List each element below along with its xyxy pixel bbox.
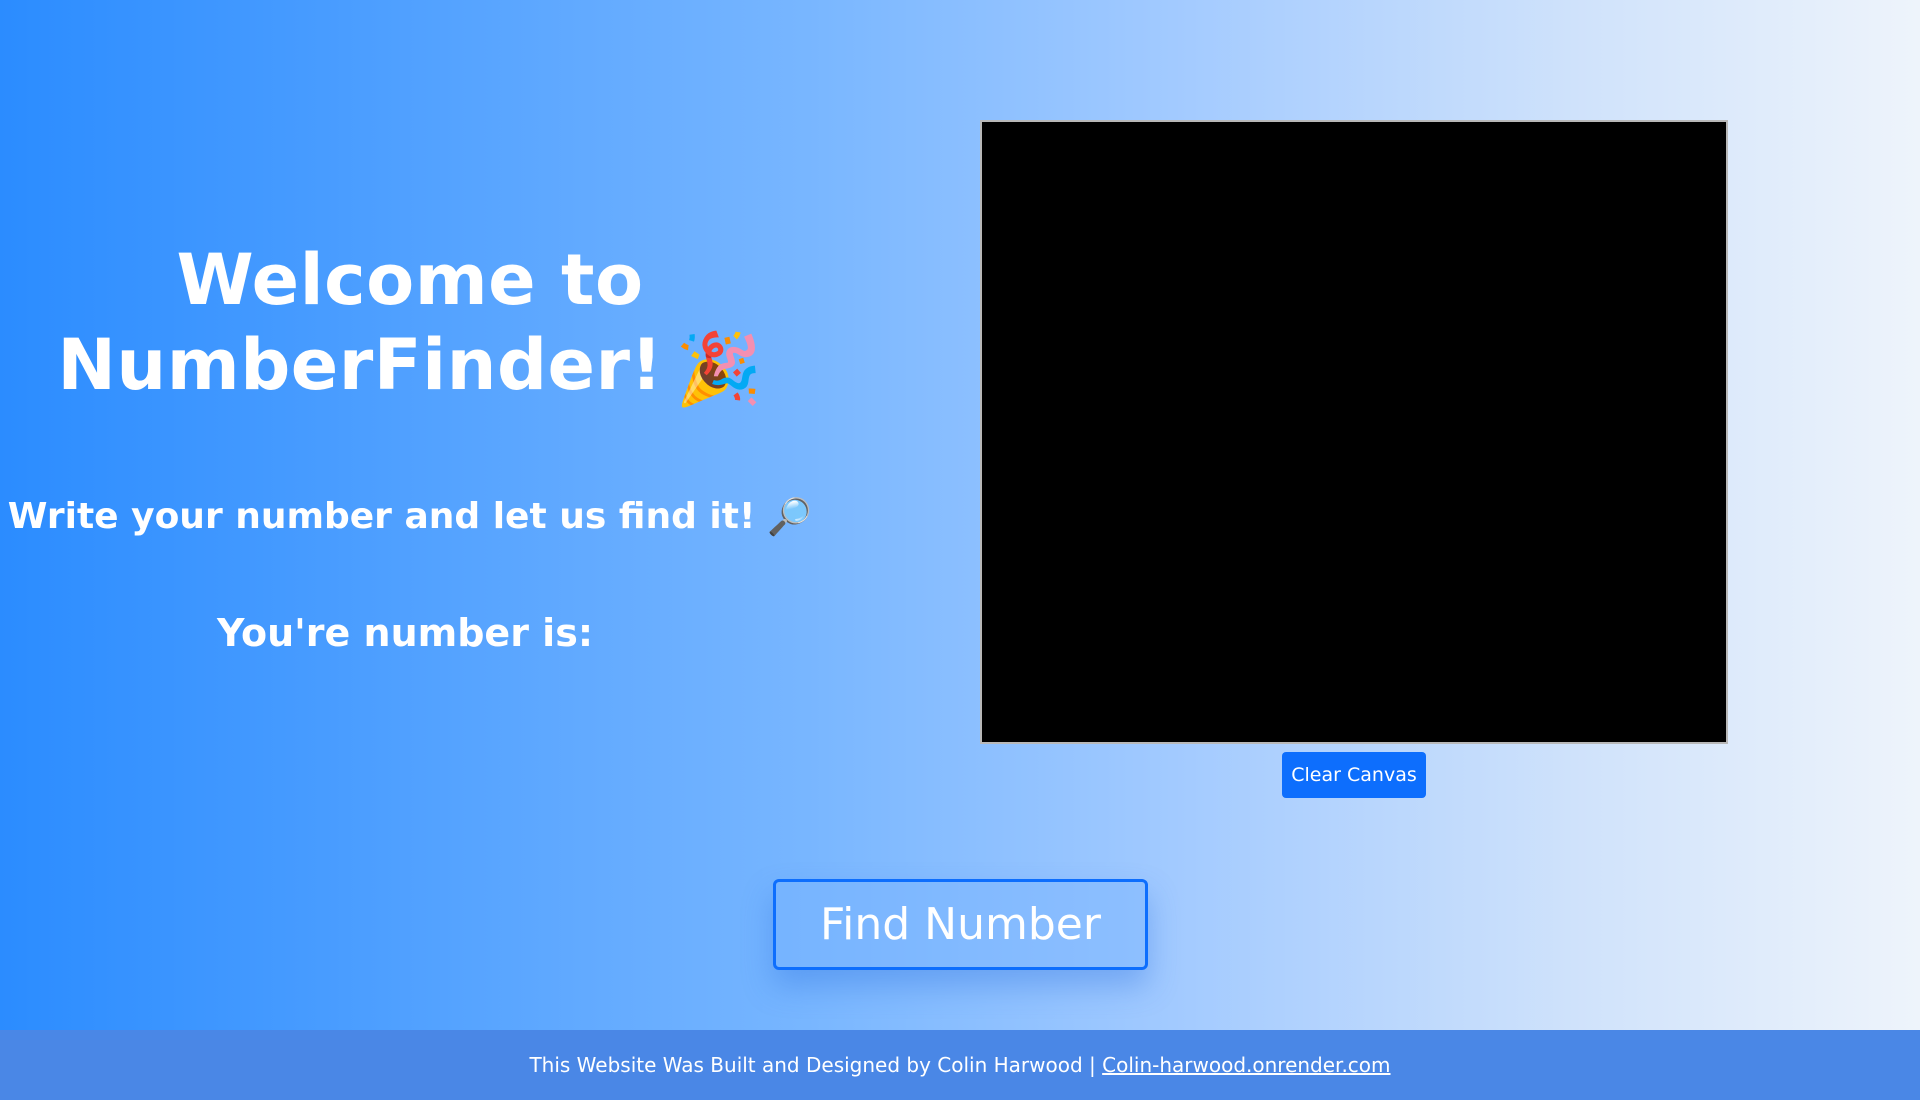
portfolio-link[interactable]: Colin-harwood.onrender.com: [1102, 1053, 1390, 1077]
subtitle: Write your number and let us find it! 🔎: [0, 492, 820, 543]
subtitle-text: Write your number and let us find it!: [7, 496, 756, 537]
hero-section: Welcome to NumberFinder! 🎉 Write your num…: [0, 0, 820, 700]
drawing-canvas[interactable]: [980, 120, 1728, 744]
result-label: You're number is:: [216, 611, 594, 655]
footer-credit: This Website Was Built and Designed by C…: [529, 1053, 1096, 1077]
title-line-2: NumberFinder! 🎉: [0, 323, 820, 412]
footer: This Website Was Built and Designed by C…: [0, 1030, 1920, 1100]
result: You're number is:: [0, 608, 820, 658]
page-title: Welcome to NumberFinder! 🎉: [0, 238, 820, 412]
find-number-button[interactable]: Find Number: [773, 879, 1148, 970]
magnifier-icon: 🔎: [767, 497, 813, 538]
title-app-name: NumberFinder!: [57, 324, 663, 406]
title-line-1: Welcome to: [176, 239, 644, 321]
clear-canvas-button[interactable]: Clear Canvas: [1282, 752, 1426, 798]
page: Welcome to NumberFinder! 🎉 Write your num…: [0, 0, 1920, 1100]
party-popper-icon: 🎉: [674, 328, 763, 411]
